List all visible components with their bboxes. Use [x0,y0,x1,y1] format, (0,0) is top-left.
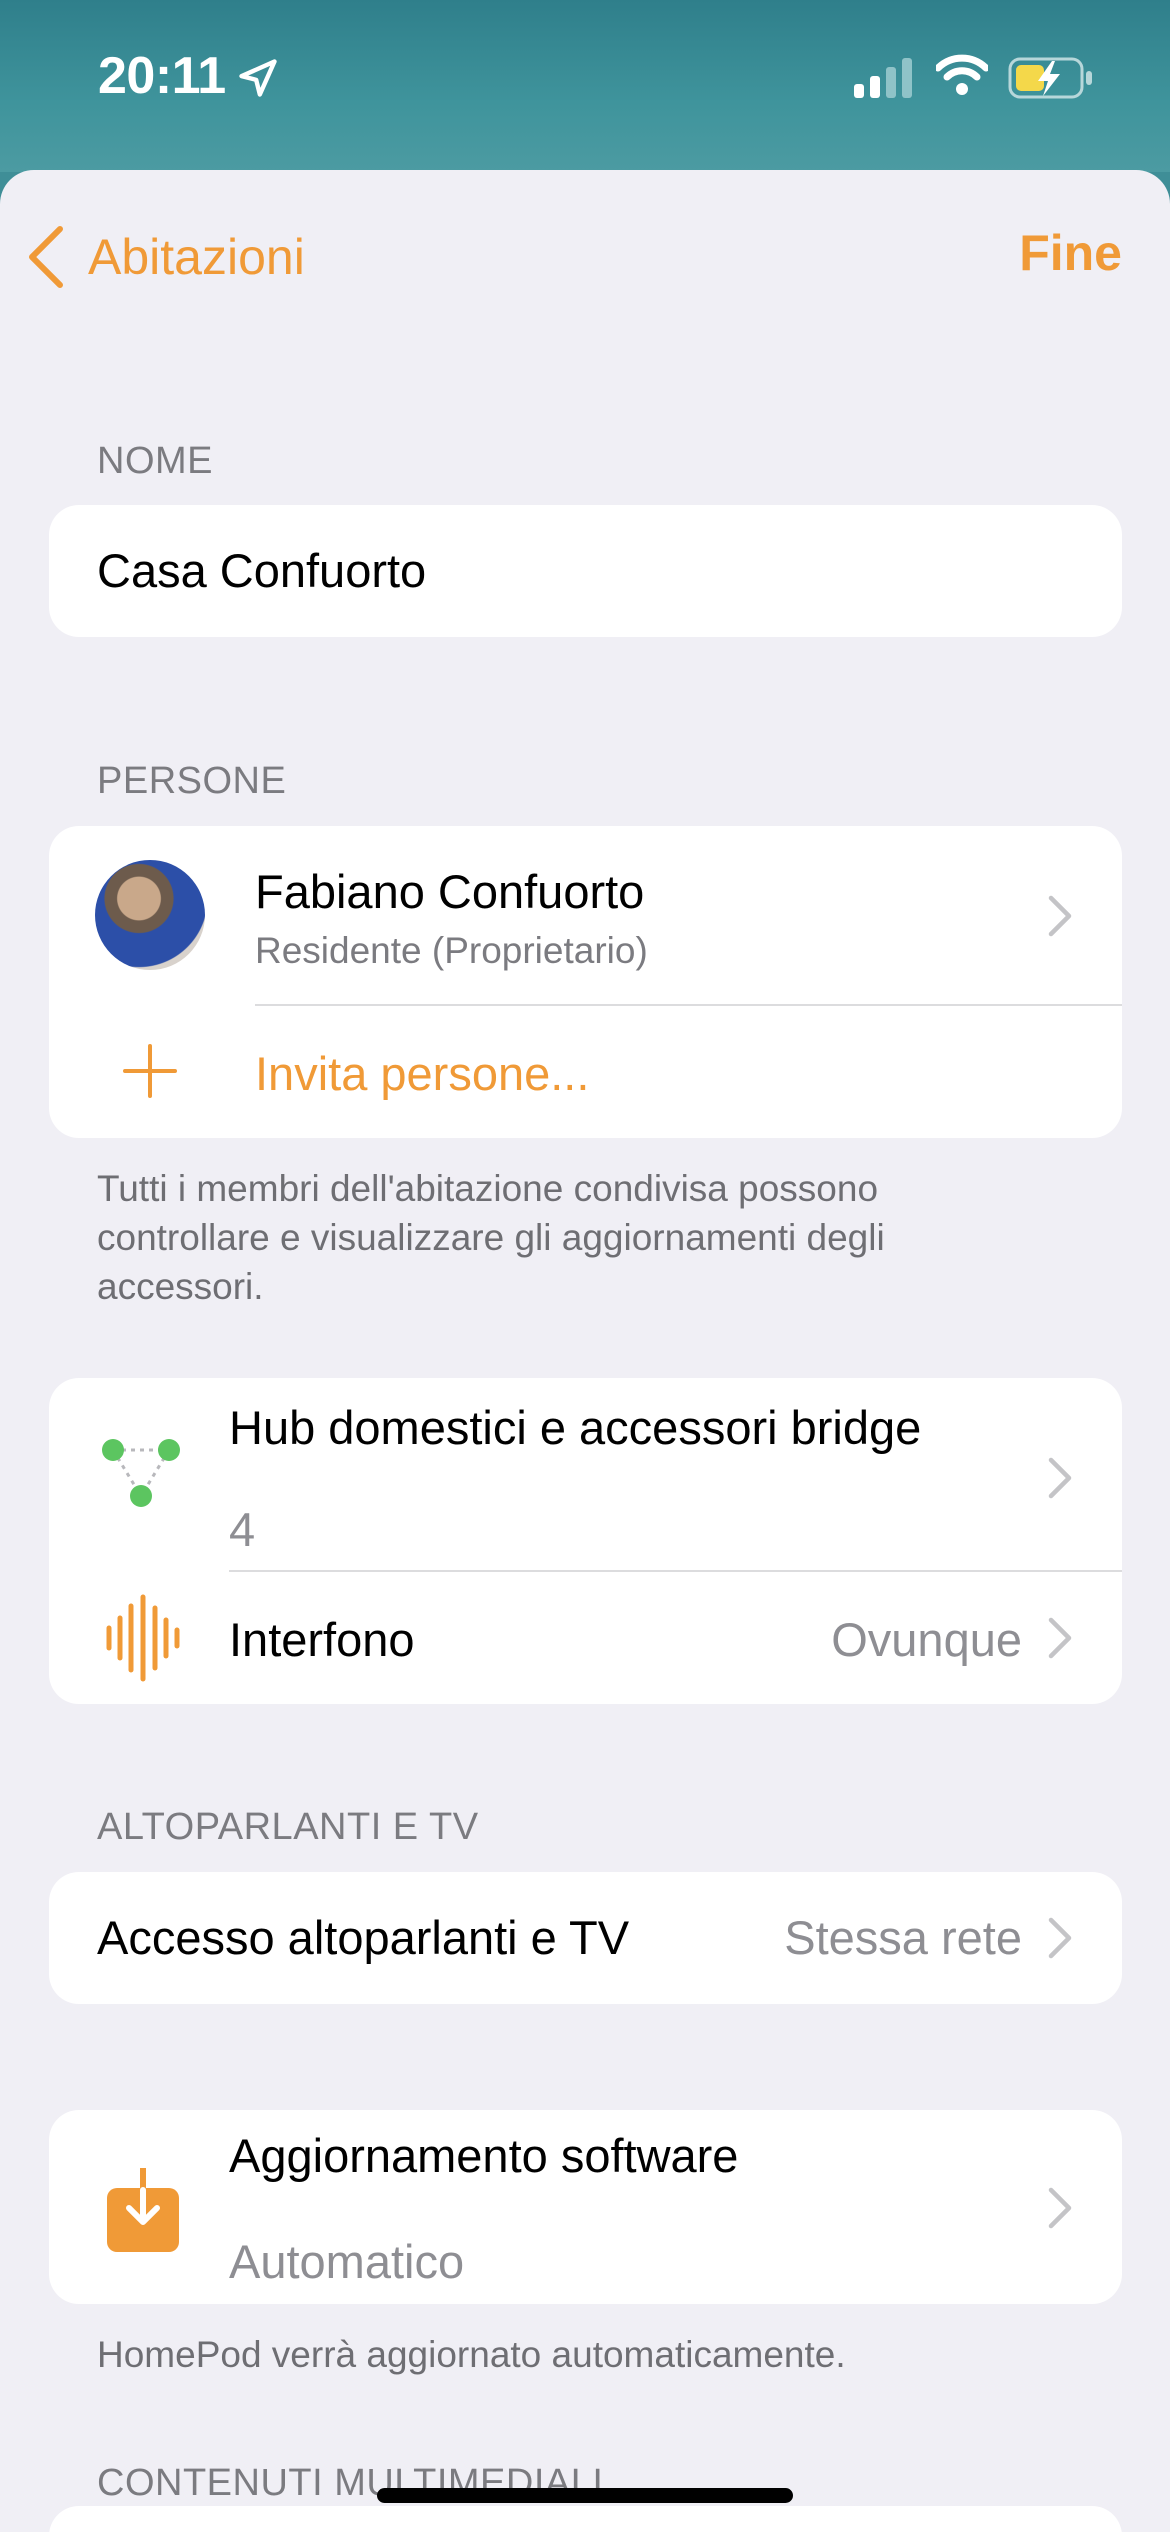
done-button[interactable]: Fine [1019,224,1122,282]
speaker-access-row[interactable]: Accesso altoparlanti e TV Stessa rete [49,1872,1122,2004]
chevron-right-icon [1048,1457,1072,1499]
cellular-signal-icon [854,58,912,98]
home-settings-sheet: Abitazioni Fine NOME Casa Confuorto PERS… [0,170,1170,2532]
hubs-intercom-card: Hub domestici e accessori bridge 4 Inter… [49,1378,1122,1704]
back-label: Abitazioni [88,229,305,285]
chevron-right-icon [1048,1917,1072,1959]
invite-people-label: Invita persone... [255,1047,590,1100]
plus-icon [123,1044,177,1098]
software-update-footnote: HomePod verrà aggiornato automaticamente… [97,2334,846,2375]
intercom-row[interactable]: Interfono Ovunque [49,1572,1122,1704]
location-arrow-icon [239,59,277,97]
section-header-speakers: ALTOPARLANTI E TV [97,1806,479,1848]
person-role: Residente (Proprietario) [255,930,648,971]
intercom-value: Ovunque [831,1613,1022,1666]
person-name: Fabiano Confuorto [255,865,645,918]
invite-people-button[interactable]: Invita persone... [49,1006,1122,1138]
speakers-card: Accesso altoparlanti e TV Stessa rete [49,1872,1122,2004]
home-indicator[interactable] [377,2488,793,2503]
person-row[interactable]: Fabiano Confuorto Residente (Proprietari… [49,826,1122,1004]
battery-charging-icon [1008,57,1092,99]
section-header-name: NOME [97,440,213,482]
speaker-access-value: Stessa rete [784,1911,1022,1964]
software-update-row[interactable]: Aggiornamento software Automatico [49,2110,1122,2304]
back-button[interactable]: Abitazioni [26,222,305,292]
chevron-right-icon [1048,2187,1072,2229]
people-card: Fabiano Confuorto Residente (Proprietari… [49,826,1122,1138]
avatar [95,860,205,970]
software-update-card: Aggiornamento software Automatico [49,2110,1122,2304]
speaker-access-title: Accesso altoparlanti e TV [97,1911,630,1964]
wifi-icon [936,54,988,95]
home-hubs-row[interactable]: Hub domestici e accessori bridge 4 [49,1378,1122,1570]
software-update-title: Aggiornamento software [229,2129,739,2182]
home-hub-icon [102,1439,180,1507]
intercom-waveform-icon [106,1594,180,1682]
software-update-value: Automatico [229,2235,465,2288]
chevron-right-icon [1048,1617,1072,1659]
status-time: 20:11 [98,47,226,105]
home-name-card: Casa Confuorto [49,505,1122,637]
download-update-icon [107,2168,179,2252]
intercom-title: Interfono [229,1613,415,1666]
chevron-right-icon [1048,895,1072,937]
media-card [49,2506,1122,2532]
people-footnote: Tutti i membri dell'abitazione condivisa… [97,1168,885,1307]
status-bar: 20:11 [0,0,1170,172]
home-name-field[interactable]: Casa Confuorto [97,543,426,598]
chevron-left-icon [29,226,63,288]
home-hubs-title: Hub domestici e accessori bridge [229,1401,922,1454]
section-header-people: PERSONE [97,760,287,802]
home-hubs-count: 4 [229,1503,256,1556]
